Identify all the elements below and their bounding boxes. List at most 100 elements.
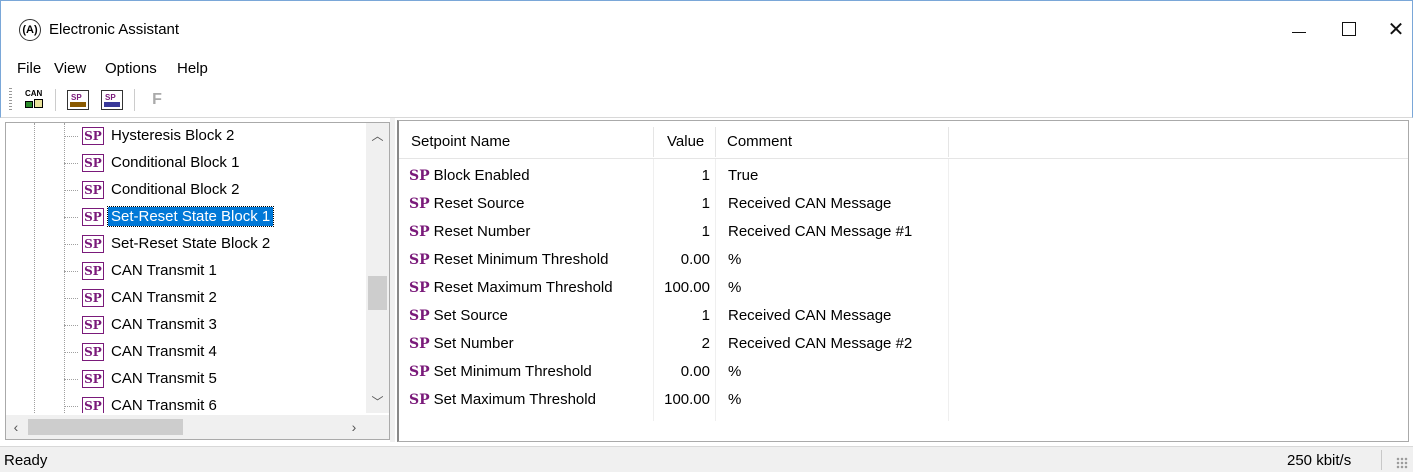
setpoint-comment: Received CAN Message #1 [728,223,913,240]
tree-item-label: Set-Reset State Block 1 [106,206,275,227]
menu-help[interactable]: Help [177,60,208,77]
setpoint-comment: Received CAN Message #2 [728,335,913,352]
minimize-icon [1292,31,1306,33]
setpoint-comment: % [728,251,742,268]
setpoint-name: Block Enabled [433,167,530,184]
setpoint-comment: % [728,391,742,408]
tree-item-label: CAN Transmit 3 [111,316,217,333]
menu-options[interactable]: Options [105,60,157,77]
table-row[interactable]: SP Reset Minimum Threshold 0.00 % [399,245,1408,273]
setpoint-icon: SP [82,154,104,172]
table-row[interactable]: SP Reset Maximum Threshold 100.00 % [399,273,1408,301]
setpoint-name-cell: SP Reset Minimum Threshold [409,251,608,268]
scroll-thumb[interactable] [28,419,183,435]
table-row[interactable]: SP Set Minimum Threshold 0.00 % [399,357,1408,385]
tree-item-label: Conditional Block 1 [111,154,240,171]
setpoint-name-cell: SP Set Source [409,307,508,324]
maximize-button[interactable] [1329,11,1369,47]
close-button[interactable]: ✕ [1376,11,1413,47]
scroll-left-icon[interactable]: ‹ [6,415,26,439]
menu-file[interactable]: File [17,60,41,77]
scroll-thumb[interactable] [368,276,387,310]
setpoint-group-tree[interactable]: SP Hysteresis Block 2 SP Conditional Blo… [5,122,390,440]
setpoint-comment: % [728,279,742,296]
table-row[interactable]: SP Set Source 1 Received CAN Message [399,301,1408,329]
tree-item-label: CAN Transmit 4 [111,343,217,360]
setpoint-value: 1 [701,195,710,212]
setpoint-comment: Received CAN Message [728,195,892,212]
table-row[interactable]: SP Reset Source 1 Received CAN Message [399,189,1408,217]
table-row[interactable]: SP Set Maximum Threshold 100.00 % [399,385,1408,413]
setpoint-name-cell: SP Set Minimum Threshold [409,363,592,380]
menu-view[interactable]: View [54,60,86,77]
table-row[interactable]: SP Reset Number 1 Received CAN Message #1 [399,217,1408,245]
scroll-down-icon[interactable]: ﹀ [366,391,389,411]
open-setpoint-file-button[interactable]: SP [65,88,91,112]
setpoint-icon: SP [82,127,104,145]
minimize-button[interactable] [1279,11,1319,47]
tree-horizontal-scrollbar[interactable]: ‹ › [6,415,366,439]
setpoint-icon: SP [409,392,430,408]
setpoint-name: Reset Maximum Threshold [433,279,613,296]
table-row[interactable]: SP Block Enabled 1 True [399,161,1408,189]
setpoint-list[interactable]: Setpoint Name Value Comment SP Block Enab… [397,120,1409,442]
tree-item-label: Hysteresis Block 2 [111,127,235,144]
setpoint-value: 1 [701,167,710,184]
column-header-setpoint-name[interactable]: Setpoint Name [411,133,510,150]
save-setpoint-file-button[interactable]: SP [99,88,125,112]
status-bar: Ready 250 kbit/s [0,446,1413,472]
tree-item-label: CAN Transmit 6 [111,397,217,413]
setpoint-icon: SP [409,364,430,380]
resize-grip-icon[interactable] [1396,457,1408,469]
baud-rate-indicator: 250 kbit/s [1287,452,1352,469]
pane-splitter[interactable] [390,118,395,442]
setpoint-name: Reset Source [433,195,525,212]
tree-vertical-scrollbar[interactable]: ︿ ﹀ [366,123,389,413]
setpoint-value: 1 [701,307,710,324]
setpoint-icon: SP [82,343,104,361]
setpoint-icon: SP [409,308,430,324]
toolbar: CAN SP SP F [0,82,1413,118]
can-connect-button[interactable]: CAN [21,88,47,112]
can-icon: CAN [23,90,45,110]
column-header-comment[interactable]: Comment [727,133,792,150]
setpoint-name: Set Maximum Threshold [433,391,596,408]
flash-button[interactable]: F [144,88,170,112]
status-separator [1381,450,1382,470]
setpoint-name: Set Number [433,335,514,352]
setpoint-comment: True [728,167,759,184]
scroll-right-icon[interactable]: › [344,415,364,439]
setpoint-value: 1 [701,223,710,240]
setpoint-comment: % [728,363,742,380]
setpoint-name: Reset Minimum Threshold [433,251,609,268]
setpoint-value: 2 [701,335,710,352]
column-header-value[interactable]: Value [667,133,704,150]
setpoint-icon: SP [82,397,104,413]
setpoint-name: Set Minimum Threshold [433,363,592,380]
setpoint-icon: SP [82,370,104,388]
setpoint-icon: SP [409,252,430,268]
setpoint-value: 0.00 [680,251,710,268]
tree-item-label: CAN Transmit 2 [111,289,217,306]
setpoint-icon: SP [82,235,104,253]
scroll-corner [366,415,389,439]
setpoint-name-cell: SP Block Enabled [409,167,530,184]
app-logo-icon[interactable]: (A) [19,19,41,41]
setpoint-icon: SP [409,336,430,352]
menu-bar: File View Options Help [0,56,1413,82]
window-title: Electronic Assistant [49,21,180,38]
setpoint-icon: SP [409,196,430,212]
maximize-icon [1342,22,1356,36]
setpoint-value: 0.00 [680,363,710,380]
toolbar-separator [55,89,56,111]
setpoint-icon: SP [82,289,104,307]
setpoint-name: Reset Number [433,223,531,240]
open-setpoint-icon: SP [67,90,89,110]
tree-item-label: Set-Reset State Block 2 [111,235,271,252]
setpoint-value: 100.00 [664,279,710,296]
setpoint-name-cell: SP Reset Maximum Threshold [409,279,613,296]
toolbar-grip[interactable] [9,88,12,112]
table-row[interactable]: SP Set Number 2 Received CAN Message #2 [399,329,1408,357]
scroll-up-icon[interactable]: ︿ [366,125,389,145]
setpoint-icon: SP [409,224,430,240]
